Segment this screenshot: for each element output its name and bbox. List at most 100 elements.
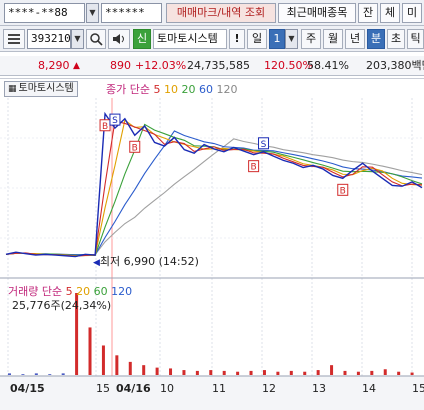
credit-badge: 신 — [133, 29, 151, 49]
ma-period-5: 5 — [153, 83, 161, 96]
volume-bar — [316, 370, 320, 375]
x-tick-label: 04/15 — [10, 382, 45, 395]
x-tick-label: 14 — [362, 382, 376, 395]
volume-bar — [128, 361, 132, 375]
x-tick-label: 11 — [212, 382, 226, 395]
account-bar: ****-**88 ▼ ****** 매매마크/내역 조회 최근매매종목 잔 체… — [0, 0, 424, 26]
trade-mark-label: B — [340, 186, 346, 196]
x-tick-label: 12 — [262, 382, 276, 395]
volume-bar — [410, 372, 414, 375]
volume-bar — [249, 370, 253, 375]
trade-mark-b: B — [99, 119, 111, 132]
volume-bar — [21, 374, 25, 375]
change-value: 890 — [110, 59, 131, 72]
ma-type-label: 종가 단순 — [106, 83, 150, 96]
up-arrow-icon: ▲ — [73, 61, 80, 71]
recent-stocks-tab[interactable]: 최근매매종목 — [278, 3, 356, 23]
volume-bar — [88, 327, 92, 375]
alert-button[interactable]: ! — [229, 29, 245, 49]
trade-mark-b: B — [129, 140, 141, 153]
period-minute-button[interactable]: 분 — [367, 29, 385, 49]
fill-tab[interactable]: 체 — [380, 3, 400, 23]
volume-bar — [289, 370, 293, 375]
volume-bar — [195, 370, 199, 375]
x-tick-label: 15 — [412, 382, 424, 395]
stock-name-box: 토마토시스템 — [153, 29, 227, 49]
chart-title-box: ▦ 토마토시스템 — [4, 81, 78, 97]
account-dropdown-button[interactable]: ▼ — [86, 3, 99, 23]
volume-bar — [48, 374, 52, 375]
turnover-ratio: 58.41% — [307, 59, 349, 72]
trade-mark-b: B — [337, 183, 349, 196]
volume-bar — [276, 371, 280, 375]
volume-bar — [356, 371, 360, 375]
volume-bar — [343, 370, 347, 375]
volume-bar — [209, 370, 213, 375]
low-arrow-icon: ◀ — [93, 258, 100, 268]
period-tick-button[interactable]: 틱 — [407, 29, 424, 49]
trade-mark-label: B — [132, 143, 138, 153]
ma-period-60: 60 — [198, 83, 213, 96]
stock-code-field[interactable]: 393210 — [27, 29, 71, 49]
ma-period-120: 120 — [216, 83, 238, 96]
change-percent: +12.03% — [135, 59, 187, 72]
list-menu-button[interactable] — [3, 29, 25, 49]
x-tick-label: 04/16 — [116, 382, 151, 395]
speaker-icon — [113, 34, 124, 44]
trade-mark-label: B — [251, 163, 257, 173]
low-annotation: ◀최저 6,990 (14:52) — [93, 255, 199, 268]
trade-mark-label: B — [102, 122, 108, 132]
stock-code-dropdown[interactable]: ▼ — [71, 29, 84, 49]
trade-amount: 203,380백만 — [366, 59, 424, 72]
price-legend: 종가 단순 5 10 20 60 120 — [106, 81, 237, 97]
trade-mark-label: S — [112, 116, 118, 126]
balance-tab[interactable]: 잔 — [358, 3, 378, 23]
x-tick-label: 13 — [312, 382, 326, 395]
volume-bar — [262, 370, 266, 375]
x-tick-label: 15 — [96, 382, 110, 395]
chart-settings-icon[interactable]: ▦ — [8, 84, 17, 94]
period-week-button[interactable]: 주 — [301, 29, 321, 49]
volume-bar — [155, 367, 159, 375]
volume-ratio: 120.50% — [264, 59, 313, 72]
volume-bar — [182, 370, 186, 375]
period-minute-value[interactable]: 1 — [269, 29, 285, 49]
volume-bar — [61, 373, 65, 375]
sound-button[interactable] — [108, 29, 130, 49]
volume-bar — [236, 371, 240, 375]
period-month-button[interactable]: 월 — [323, 29, 343, 49]
account-number-field[interactable]: ****-**88 — [4, 3, 85, 23]
period-year-button[interactable]: 년 — [345, 29, 365, 49]
volume-bar — [115, 355, 119, 375]
trade-mark-b: B — [248, 160, 260, 173]
search-button[interactable] — [86, 29, 106, 49]
volume-bar — [303, 371, 307, 375]
period-second-button[interactable]: 초 — [387, 29, 405, 49]
volume-bar — [34, 373, 38, 375]
trade-mark-view-tab[interactable]: 매매마크/내역 조회 — [166, 3, 276, 23]
trade-mark-label: S — [261, 140, 267, 150]
period-day-button[interactable]: 일 — [247, 29, 267, 49]
volume-bar — [169, 368, 173, 375]
volume-value: 24,735,585 — [187, 59, 250, 72]
price-chart-area[interactable]: BSBBSB 04/15 15 04/16 10 11 12 13 14 15 — [0, 78, 424, 410]
volume-bar — [330, 365, 334, 375]
quote-strip: 8,290 ▲ 890 +12.03% 24,735,585 120.50% 5… — [0, 56, 424, 76]
volume-bar — [383, 369, 387, 375]
volume-ma-120: 120 — [111, 285, 133, 298]
volume-bar — [142, 365, 146, 375]
volume-bar — [370, 370, 374, 375]
minute-value-dropdown[interactable]: ▼ — [285, 29, 298, 49]
search-icon — [90, 33, 103, 46]
list-icon — [8, 34, 20, 44]
chart-title: 토마토시스템 — [18, 83, 74, 94]
current-price: 8,290 — [38, 59, 70, 72]
password-field[interactable]: ****** — [101, 3, 162, 23]
ma-period-20: 20 — [181, 83, 196, 96]
volume-bar — [397, 371, 401, 375]
x-tick-label: 10 — [160, 382, 174, 395]
unfilled-tab[interactable]: 미 — [402, 3, 422, 23]
ma-period-10: 10 — [163, 83, 178, 96]
volume-bar — [101, 345, 105, 375]
chart-toolbar: 393210 ▼ 신 토마토시스템 ! 일 1 ▼ 주 월 년 분 초 틱 — [0, 26, 424, 52]
